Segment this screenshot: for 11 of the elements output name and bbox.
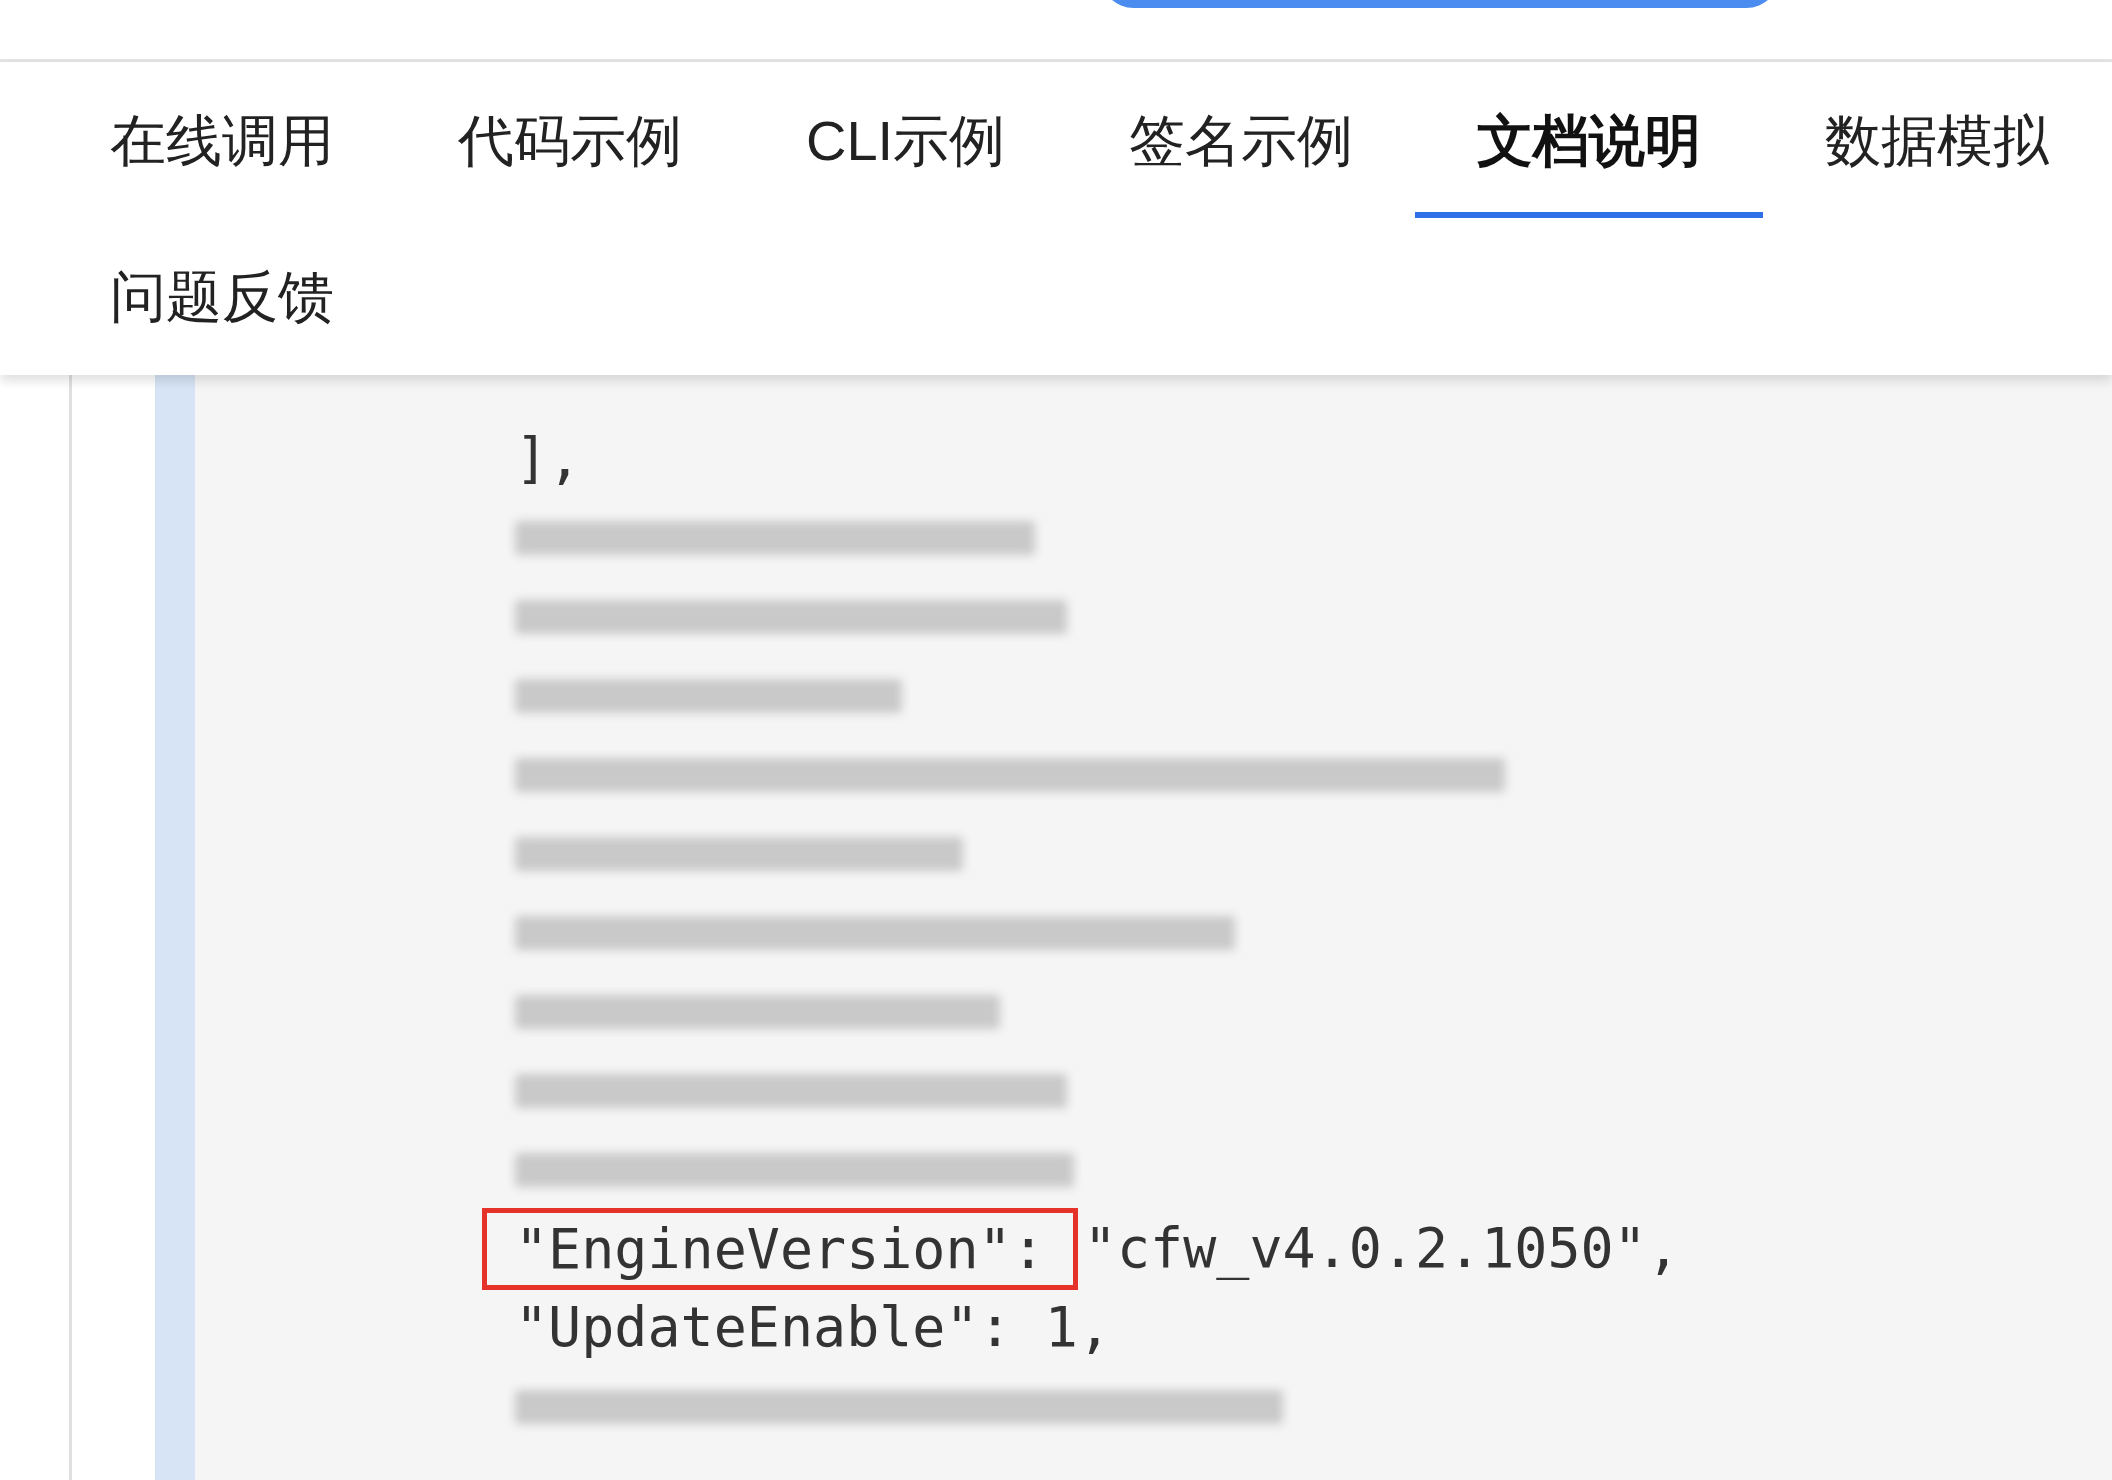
tab[interactable]: 文档说明 <box>1415 62 1764 218</box>
tab[interactable]: 代码示例 <box>396 62 744 218</box>
code-text: ], <box>515 425 582 493</box>
tab[interactable]: 问题反馈 <box>48 218 396 374</box>
tab[interactable]: CLI示例 <box>744 62 1068 218</box>
code-text: "cfw_v4.0.2.1050", <box>1083 1215 1680 1283</box>
tab[interactable]: 数据模拟 <box>1763 62 2112 218</box>
tab[interactable]: 在线调用 <box>48 62 396 218</box>
tab[interactable]: 签名示例 <box>1067 62 1416 218</box>
code-text: "UpdateEnable": 1, <box>515 1294 1112 1362</box>
highlighted-code-text: "EngineVersion": <box>482 1207 1078 1290</box>
